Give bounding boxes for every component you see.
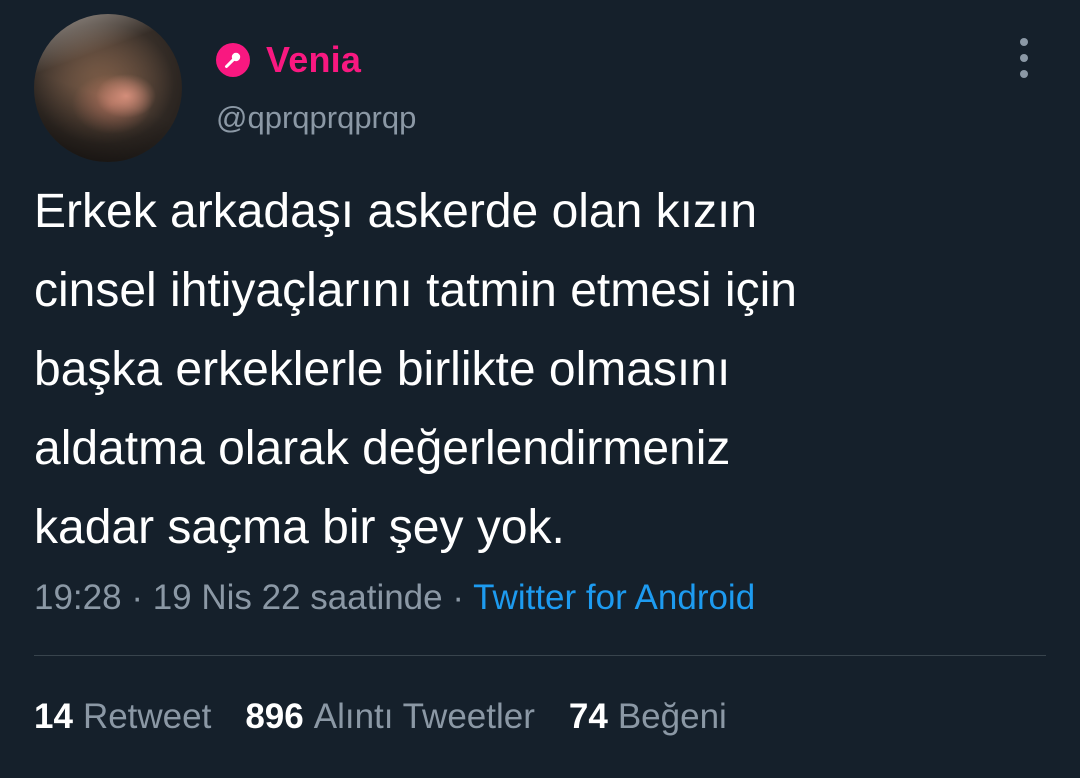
tweet-date[interactable]: 19 Nis 22 saatinde bbox=[153, 578, 443, 617]
likes-label: Beğeni bbox=[617, 697, 727, 736]
meta-separator: · bbox=[442, 578, 474, 617]
more-dot bbox=[1020, 38, 1028, 46]
tweet-text: Erkek arkadaşı askerde olan kızın cinsel… bbox=[34, 172, 1044, 567]
more-dot bbox=[1020, 70, 1028, 78]
quotes-count: 896 bbox=[245, 697, 304, 736]
meta-separator: · bbox=[121, 578, 153, 617]
tweet-meta: 19:28 · 19 Nis 22 saatinde · Twitter for… bbox=[34, 578, 755, 618]
more-vertical-icon[interactable] bbox=[1010, 38, 1038, 78]
tweet-text-line: Erkek arkadaşı askerde olan kızın bbox=[34, 185, 758, 238]
retweets-stat[interactable]: 14 Retweet bbox=[34, 697, 211, 737]
retweets-count: 14 bbox=[34, 697, 73, 736]
tweet-text-line: kadar saçma bir şey yok. bbox=[34, 501, 565, 554]
tweet-stats: 14 Retweet 896 Alıntı Tweetler 74 Beğeni bbox=[34, 697, 761, 737]
display-name[interactable]: Venia bbox=[266, 39, 361, 81]
author-name-row[interactable]: Venia bbox=[216, 38, 361, 82]
divider bbox=[34, 655, 1046, 656]
retweets-label: Retweet bbox=[82, 697, 212, 736]
avatar-photo bbox=[34, 14, 182, 162]
tweet-detail: Venia @qprqprqprqp Erkek arkadaşı askerd… bbox=[0, 0, 1080, 778]
tweet-time[interactable]: 19:28 bbox=[34, 578, 122, 617]
likes-count: 74 bbox=[568, 697, 608, 736]
user-handle[interactable]: @qprqprqprqp bbox=[216, 100, 416, 136]
tweet-source-link[interactable]: Twitter for Android bbox=[473, 578, 755, 617]
likes-stat[interactable]: 74 Beğeni bbox=[569, 697, 727, 737]
avatar[interactable] bbox=[34, 14, 182, 162]
quotes-label: Alıntı Tweetler bbox=[313, 697, 535, 736]
quotes-stat[interactable]: 896 Alıntı Tweetler bbox=[245, 697, 535, 737]
tweet-text-line: aldatma olarak değerlendirmeniz bbox=[34, 422, 731, 475]
microphone-icon bbox=[216, 43, 250, 77]
more-dot bbox=[1020, 54, 1028, 62]
tweet-text-line: cinsel ihtiyaçlarını tatmin etmesi için bbox=[34, 264, 797, 317]
tweet-text-line: başka erkeklerle birlikte olmasını bbox=[34, 343, 731, 396]
